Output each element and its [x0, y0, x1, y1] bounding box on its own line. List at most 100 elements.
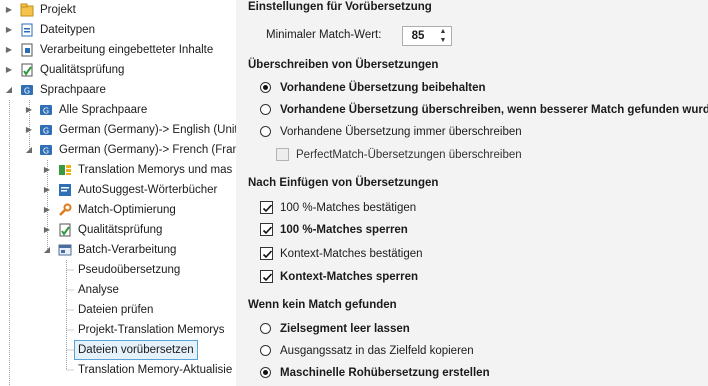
tree-item-label: Match-Optimierung — [78, 204, 176, 216]
checkbox[interactable] — [260, 223, 273, 236]
collapse-icon[interactable]: ◢ — [24, 140, 34, 160]
checkbox-label: 100 %-Matches bestätigen — [280, 202, 417, 214]
language-pairs-icon: G — [20, 83, 34, 97]
svg-text:G: G — [24, 87, 30, 96]
min-match-spinner[interactable]: 85 ▲ ▼ — [402, 26, 452, 46]
expand-icon[interactable]: ▶ — [24, 100, 34, 120]
tree-item-label: Batch-Verarbeitung — [78, 244, 177, 256]
checkbox[interactable] — [260, 270, 273, 283]
section-title-no-match: Wenn kein Match gefunden — [248, 299, 397, 311]
checkbox-overwrite-perfectmatch[interactable]: PerfectMatch-Übersetzungen überschreiben — [276, 146, 696, 164]
section-title-after-insert: Nach Einfügen von Übersetzungen — [248, 177, 439, 189]
radio-keep-existing[interactable]: Vorhandene Übersetzung beibehalten — [260, 79, 700, 97]
tree-item-label: Verarbeitung eingebetteter Inhalte — [40, 44, 214, 56]
qa-checklist-icon — [20, 63, 34, 77]
embedded-content-icon — [20, 43, 34, 57]
checkbox-confirm-context-matches[interactable]: Kontext-Matches bestätigen — [260, 245, 700, 263]
tree-item-tm-update[interactable]: Translation Memory-Aktualisie — [0, 360, 236, 380]
expand-icon[interactable]: ▶ — [4, 40, 14, 60]
svg-text:G: G — [43, 127, 49, 136]
tree-item-label: Projekt — [40, 4, 76, 16]
tree-item-label: Alle Sprachpaare — [59, 104, 148, 116]
radio-machine-pretranslation[interactable]: Maschinelle Rohübersetzung erstellen — [260, 364, 700, 382]
min-match-row: Minimaler Match-Wert: 85 ▲ ▼ — [266, 26, 506, 48]
batch-processing-icon — [58, 243, 72, 257]
svg-text:G: G — [43, 147, 49, 156]
checkmark-icon — [262, 204, 273, 213]
spin-down-icon[interactable]: ▼ — [436, 36, 450, 45]
tree-item-label: German (Germany)-> English (Unit — [59, 124, 236, 136]
tree-item-translation-memories[interactable]: ▶ Translation Memorys und mas — [0, 160, 236, 180]
qa-checklist-icon — [58, 223, 72, 237]
checkbox-lock-100-matches[interactable]: 100 %-Matches sperren — [260, 221, 700, 239]
tree-item-project-tm[interactable]: Projekt-Translation Memorys — [0, 320, 236, 340]
tree-item-qa-pair[interactable]: ▶ Qualitätsprüfung — [0, 220, 236, 240]
expand-icon[interactable]: ▶ — [4, 60, 14, 80]
tree-item-label: Qualitätsprüfung — [78, 224, 163, 236]
tree-item-label: Analyse — [78, 284, 119, 296]
radio-button[interactable] — [260, 323, 271, 334]
radio-button[interactable] — [260, 367, 271, 378]
tree-item-analyse[interactable]: Analyse — [0, 280, 236, 300]
tree-item-batch-processing[interactable]: ◢ Batch-Verarbeitung — [0, 240, 236, 260]
radio-label: Zielsegment leer lassen — [280, 323, 410, 335]
tree-item-match-optimization[interactable]: ▶ Match-Optimierung — [0, 200, 236, 220]
wrench-icon — [58, 203, 72, 217]
tree-item-dateitypen[interactable]: ▶ Dateitypen — [0, 20, 236, 40]
expand-icon[interactable]: ▶ — [42, 220, 52, 240]
radio-button[interactable] — [260, 82, 271, 93]
tree-item-de-en[interactable]: ▶ G German (Germany)-> English (Unit — [0, 120, 236, 140]
checkbox[interactable] — [260, 201, 273, 214]
min-match-value[interactable]: 85 — [403, 27, 433, 45]
checkbox-lock-context-matches[interactable]: Kontext-Matches sperren — [260, 268, 700, 286]
checkmark-icon — [262, 273, 273, 282]
settings-tree: ▶ Projekt ▶ Dateitypen ▶ Verarbeitung ei… — [0, 0, 236, 386]
collapse-icon[interactable]: ◢ — [42, 240, 52, 260]
checkbox[interactable] — [276, 148, 289, 161]
project-icon — [20, 3, 34, 17]
tree-item-label: AutoSuggest-Wörterbücher — [78, 184, 218, 196]
expand-icon[interactable]: ▶ — [42, 160, 52, 180]
tree-item-de-fr[interactable]: ◢ G German (Germany)-> French (Fran — [0, 140, 236, 160]
section-title-overwrite: Überschreiben von Übersetzungen — [248, 59, 439, 71]
tree-item-label: Dateien prüfen — [78, 304, 154, 316]
tree-item-label: Qualitätsprüfung — [40, 64, 125, 76]
expand-icon[interactable]: ▶ — [4, 0, 14, 20]
radio-copy-source[interactable]: Ausgangssatz in das Zielfeld kopieren — [260, 342, 700, 360]
tree-item-label: Projekt-Translation Memorys — [78, 324, 225, 336]
tree-item-all-language-pairs[interactable]: ▶ G Alle Sprachpaare — [0, 100, 236, 120]
radio-label: Ausgangssatz in das Zielfeld kopieren — [280, 345, 474, 357]
section-title-pretranslate: Einstellungen für Vorübersetzung — [248, 1, 432, 13]
tree-item-verify-files[interactable]: Dateien prüfen — [0, 300, 236, 320]
spin-up-icon[interactable]: ▲ — [436, 27, 450, 36]
radio-always-overwrite[interactable]: Vorhandene Übersetzung immer überschreib… — [260, 123, 700, 141]
tree-item-label: Translation Memory-Aktualisie — [78, 364, 233, 376]
radio-label: Maschinelle Rohübersetzung erstellen — [280, 367, 490, 379]
checkbox-label: Kontext-Matches sperren — [280, 271, 419, 283]
svg-text:G: G — [43, 107, 49, 116]
tree-item-pseudo-translation[interactable]: Pseudoübersetzung — [0, 260, 236, 280]
radio-button[interactable] — [260, 345, 271, 356]
checkbox[interactable] — [260, 247, 273, 260]
collapse-icon[interactable]: ◢ — [4, 80, 14, 100]
radio-button[interactable] — [260, 104, 271, 115]
filetypes-icon — [20, 23, 34, 37]
tree-item-autosuggest[interactable]: ▶ AutoSuggest-Wörterbücher — [0, 180, 236, 200]
expand-icon[interactable]: ▶ — [4, 20, 14, 40]
checkbox-confirm-100-matches[interactable]: 100 %-Matches bestätigen — [260, 199, 700, 217]
tree-item-projekt[interactable]: ▶ Projekt — [0, 0, 236, 20]
radio-overwrite-if-better[interactable]: Vorhandene Übersetzung überschreiben, we… — [260, 101, 708, 119]
expand-icon[interactable]: ▶ — [24, 120, 34, 140]
tree-item-sprachpaare[interactable]: ◢ G Sprachpaare — [0, 80, 236, 100]
tree-item-qa[interactable]: ▶ Qualitätsprüfung — [0, 60, 236, 80]
checkbox-label: PerfectMatch-Übersetzungen überschreiben — [296, 149, 522, 161]
language-pair-icon: G — [39, 103, 53, 117]
expand-icon[interactable]: ▶ — [42, 180, 52, 200]
expand-icon[interactable]: ▶ — [42, 200, 52, 220]
tree-item-label: Sprachpaare — [40, 84, 106, 96]
radio-leave-target-empty[interactable]: Zielsegment leer lassen — [260, 320, 700, 338]
min-match-label: Minimaler Match-Wert: — [266, 29, 382, 41]
tree-item-embedded-content[interactable]: ▶ Verarbeitung eingebetteter Inhalte — [0, 40, 236, 60]
radio-button[interactable] — [260, 126, 271, 137]
tree-item-pretranslate-files[interactable]: Dateien vorübersetzen — [0, 340, 236, 360]
